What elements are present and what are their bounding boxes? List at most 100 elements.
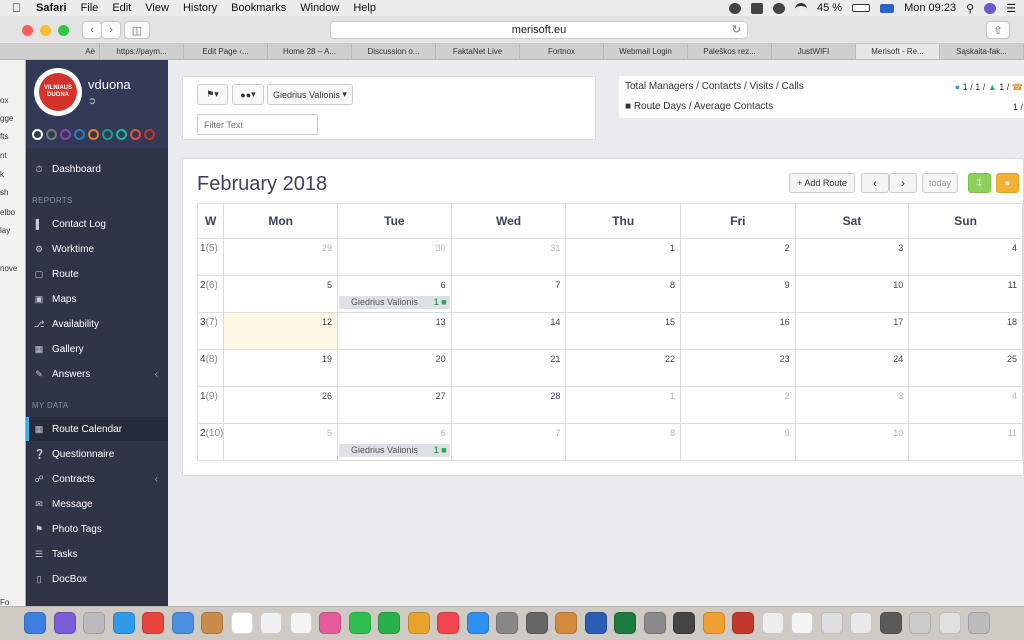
- calendar-day-cell[interactable]: 17: [794, 312, 910, 350]
- calendar-day-cell[interactable]: 28: [450, 386, 567, 424]
- apple-menu-icon[interactable]: : [12, 1, 26, 15]
- dock-app-icon[interactable]: [53, 612, 76, 634]
- browser-tab[interactable]: Aė: [0, 44, 100, 59]
- menu-window[interactable]: Window: [300, 2, 339, 14]
- sign-out-icon[interactable]: ➲: [88, 96, 96, 107]
- dock-app-icon[interactable]: [614, 612, 636, 634]
- browser-tab[interactable]: Discussion o...: [352, 44, 436, 59]
- calendar-day-cell[interactable]: 1: [565, 238, 682, 276]
- menu-bookmarks[interactable]: Bookmarks: [231, 2, 286, 14]
- dock-app-icon[interactable]: [702, 612, 725, 634]
- sidebar-toggle-button[interactable]: ◫: [124, 21, 150, 39]
- share-button[interactable]: ⇧: [986, 21, 1010, 39]
- calendar-day-cell[interactable]: 9: [680, 275, 796, 313]
- forward-button[interactable]: ›: [101, 21, 121, 39]
- zoom-window-button[interactable]: [58, 25, 69, 36]
- calendar-day-cell[interactable]: 20: [337, 349, 452, 387]
- skype-icon[interactable]: [729, 2, 741, 14]
- nav-route[interactable]: ▢ Route: [26, 262, 168, 286]
- dock-app-icon[interactable]: [112, 612, 135, 634]
- calendar-day-cell[interactable]: 29: [223, 238, 339, 276]
- export-user-button[interactable]: ●: [996, 173, 1019, 193]
- browser-tab[interactable]: Sąskaita-fak...: [940, 44, 1024, 59]
- dock-app-icon[interactable]: [938, 612, 961, 634]
- dock-app-icon[interactable]: [909, 612, 931, 634]
- nav-tasks[interactable]: ☰ Tasks: [26, 542, 168, 566]
- today-button[interactable]: today: [922, 173, 958, 193]
- route-event[interactable]: Giedrius Valionis 1 ■: [339, 444, 450, 457]
- calendar-day-cell[interactable]: 10: [794, 275, 910, 313]
- menu-file[interactable]: File: [81, 2, 99, 14]
- wifi-icon[interactable]: [795, 2, 807, 14]
- dock-app-icon[interactable]: [968, 612, 990, 634]
- browser-tab[interactable]: Fortnox: [520, 44, 604, 59]
- dock-app-icon[interactable]: [643, 612, 666, 634]
- nav-answers[interactable]: ✎ Answers ‹: [26, 362, 168, 386]
- browser-tab[interactable]: Paleškos rez...: [688, 44, 772, 59]
- flag-filter-button[interactable]: ⚑ ▾: [197, 84, 228, 105]
- nav-contact-log[interactable]: ▌ Contact Log: [26, 212, 168, 236]
- user-select-dropdown[interactable]: Giedrius Valionis ▾: [267, 84, 353, 105]
- dock-app-icon[interactable]: [673, 612, 695, 634]
- browser-tab[interactable]: JustWIFI: [772, 44, 856, 59]
- theme-color-swatch[interactable]: [46, 129, 57, 140]
- notification-center-icon[interactable]: ☰: [1006, 2, 1016, 15]
- close-window-button[interactable]: [22, 25, 33, 36]
- dock-app-icon[interactable]: [791, 612, 813, 634]
- dock-app-icon[interactable]: [348, 612, 371, 634]
- nav-questionnaire[interactable]: ❔ Questionnaire: [26, 442, 168, 466]
- calendar-day-cell[interactable]: 24: [794, 349, 910, 387]
- calendar-day-cell[interactable]: 11: [908, 423, 1023, 461]
- nav-photo-tags[interactable]: ⚑ Photo Tags: [26, 517, 168, 541]
- calendar-day-cell[interactable]: 2: [680, 386, 796, 424]
- calendar-day-cell[interactable]: 26: [223, 386, 339, 424]
- theme-color-swatch[interactable]: [144, 129, 155, 140]
- filter-text-input[interactable]: [197, 114, 318, 135]
- browser-tab[interactable]: Webmail Login: [604, 44, 688, 59]
- theme-color-swatch[interactable]: [60, 129, 71, 140]
- dock-app-icon[interactable]: [525, 612, 548, 634]
- calendar-day-cell[interactable]: 23: [680, 349, 796, 387]
- battery-icon[interactable]: [852, 4, 871, 12]
- menu-history[interactable]: History: [183, 2, 217, 14]
- calendar-day-cell[interactable]: 11: [908, 275, 1023, 313]
- nav-maps[interactable]: ▣ Maps: [26, 287, 168, 311]
- dock-app-icon[interactable]: [407, 612, 430, 634]
- calendar-day-cell[interactable]: 7: [450, 423, 567, 461]
- dock-app-icon[interactable]: [142, 612, 164, 634]
- browser-tab[interactable]: FaktaNet Live: [436, 44, 520, 59]
- calendar-day-cell[interactable]: 5: [223, 423, 339, 461]
- calendar-day-cell[interactable]: 21: [450, 349, 567, 387]
- clock[interactable]: Mon 09:23: [904, 2, 956, 14]
- dock-app-icon[interactable]: [850, 612, 872, 634]
- dock-app-icon[interactable]: [319, 612, 341, 634]
- theme-color-swatch[interactable]: [74, 129, 85, 140]
- browser-tab[interactable]: Edit Page ‹...: [184, 44, 268, 59]
- calendar-day-cell[interactable]: 19: [223, 349, 339, 387]
- dock-app-icon[interactable]: [83, 612, 105, 634]
- calendar-day-cell[interactable]: 1: [565, 386, 682, 424]
- dock-app-icon[interactable]: [584, 612, 607, 634]
- calendar-day-cell[interactable]: 16: [680, 312, 796, 350]
- calendar-day-cell[interactable]: 31: [450, 238, 567, 276]
- prev-month-button[interactable]: ‹: [861, 173, 889, 193]
- group-filter-button[interactable]: ●● ▾: [232, 84, 264, 105]
- nav-availability[interactable]: ⎇ Availability: [26, 312, 168, 336]
- dock-app-icon[interactable]: [24, 612, 46, 634]
- calendar-day-cell[interactable]: 3: [794, 386, 910, 424]
- calendar-day-cell[interactable]: 15: [565, 312, 682, 350]
- calendar-day-cell[interactable]: 3: [794, 238, 910, 276]
- theme-color-swatch[interactable]: [116, 129, 127, 140]
- screen-icon[interactable]: [751, 2, 763, 14]
- calendar-day-cell[interactable]: 6 Giedrius Valionis 1 ■: [337, 275, 452, 313]
- calendar-day-cell[interactable]: 18: [908, 312, 1023, 350]
- export-excel-button[interactable]: ↧: [968, 173, 991, 193]
- dock-app-icon[interactable]: [260, 612, 282, 634]
- address-bar[interactable]: merisoft.eu ↻: [330, 21, 748, 39]
- dock-app-icon[interactable]: [496, 612, 518, 634]
- time-machine-icon[interactable]: [773, 2, 785, 14]
- theme-color-swatch[interactable]: [32, 129, 43, 140]
- next-month-button[interactable]: ›: [889, 173, 917, 193]
- dock-app-icon[interactable]: [201, 612, 223, 634]
- browser-tab[interactable]: Home 28 – A...: [268, 44, 352, 59]
